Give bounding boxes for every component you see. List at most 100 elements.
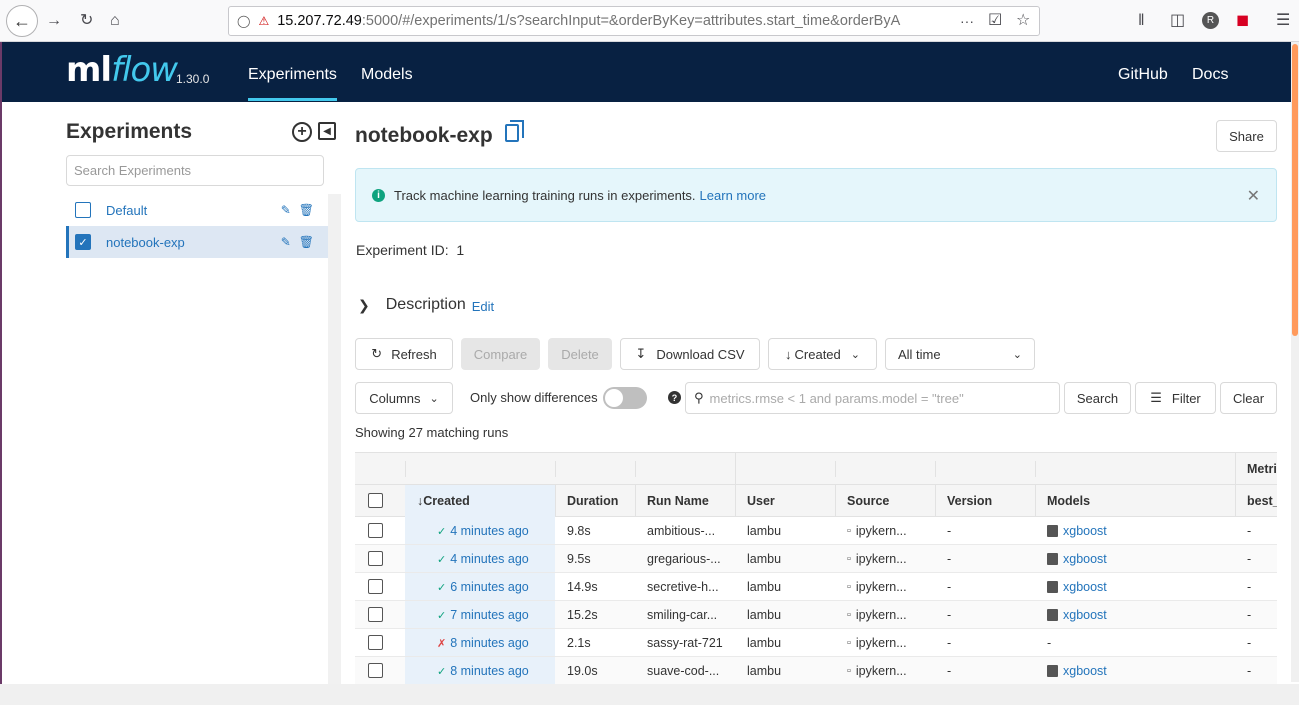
created-link[interactable]: 8 minutes ago bbox=[450, 636, 529, 650]
select-all-checkbox[interactable] bbox=[368, 493, 383, 508]
cell-source[interactable]: ▫ ipykern... bbox=[847, 573, 907, 601]
edit-pencil-icon[interactable]: ✎ bbox=[281, 203, 291, 217]
cell-source[interactable]: ▫ ipykern... bbox=[847, 629, 907, 657]
nav-experiments[interactable]: Experiments bbox=[248, 66, 337, 101]
model-link[interactable]: xgboost bbox=[1063, 552, 1107, 566]
library-icon[interactable]: ‖ bbox=[1138, 10, 1145, 32]
cell-created[interactable]: ✗ 8 minutes ago bbox=[437, 629, 529, 657]
chevron-right-icon[interactable]: ❯ bbox=[358, 297, 370, 314]
cell-run-name[interactable]: suave-cod-... bbox=[647, 657, 719, 684]
cell-version: - bbox=[947, 580, 952, 594]
experiment-name[interactable]: notebook-exp bbox=[106, 235, 185, 250]
cell-created[interactable]: ✓ 6 minutes ago bbox=[437, 573, 529, 601]
experiment-item-notebook-exp[interactable]: ✓ notebook-exp ✎ 🗑 bbox=[66, 226, 328, 258]
collapse-sidebar-icon[interactable]: ◀ bbox=[318, 122, 336, 140]
column-header-version[interactable]: Version bbox=[947, 487, 992, 515]
model-link[interactable]: xgboost bbox=[1063, 664, 1107, 678]
cell-source[interactable]: ▫ ipykern... bbox=[847, 517, 907, 545]
created-link[interactable]: 6 minutes ago bbox=[450, 580, 529, 594]
experiment-checkbox[interactable] bbox=[75, 202, 91, 218]
created-link[interactable]: 7 minutes ago bbox=[450, 608, 529, 622]
trash-icon[interactable]: 🗑 bbox=[299, 235, 314, 249]
model-link[interactable]: xgboost bbox=[1063, 524, 1107, 538]
home-icon[interactable]: ⌂ bbox=[110, 10, 120, 32]
only-differences-toggle[interactable] bbox=[603, 387, 647, 409]
delete-button[interactable]: Delete bbox=[548, 338, 612, 370]
reload-icon[interactable]: ↻ bbox=[80, 10, 93, 32]
edit-pencil-icon[interactable]: ✎ bbox=[281, 235, 291, 249]
cell-created[interactable]: ✓ 7 minutes ago bbox=[437, 601, 529, 629]
sidebar-toggle-icon[interactable]: ◫ bbox=[1170, 10, 1185, 32]
column-header-metric[interactable]: best_ bbox=[1247, 487, 1277, 515]
row-checkbox[interactable] bbox=[368, 663, 383, 678]
created-link[interactable]: 4 minutes ago bbox=[450, 552, 529, 566]
trash-icon[interactable]: 🗑 bbox=[299, 203, 314, 217]
cell-run-name[interactable]: smiling-car... bbox=[647, 601, 717, 629]
menu-icon[interactable]: ☰ bbox=[1276, 10, 1290, 32]
learn-more-link[interactable]: Learn more bbox=[700, 188, 766, 203]
sidebar-scrollbar[interactable] bbox=[328, 194, 341, 684]
close-icon[interactable]: ✕ bbox=[1247, 186, 1260, 206]
column-header-duration[interactable]: Duration bbox=[567, 487, 618, 515]
download-csv-button[interactable]: ↧ Download CSV bbox=[620, 338, 760, 370]
cell-created[interactable]: ✓ 8 minutes ago bbox=[437, 657, 529, 684]
row-checkbox[interactable] bbox=[368, 551, 383, 566]
experiment-name[interactable]: Default bbox=[106, 203, 147, 218]
nav-models[interactable]: Models bbox=[361, 66, 413, 84]
cell-user: lambu bbox=[747, 524, 782, 538]
refresh-button[interactable]: ↻ Refresh bbox=[355, 338, 453, 370]
sort-select[interactable]: ↓ Created ⌄ bbox=[768, 338, 877, 370]
column-header-user[interactable]: User bbox=[747, 487, 775, 515]
row-checkbox[interactable] bbox=[368, 523, 383, 538]
row-checkbox[interactable] bbox=[368, 579, 383, 594]
created-link[interactable]: 8 minutes ago bbox=[450, 664, 529, 678]
column-header-run-name[interactable]: Run Name bbox=[647, 487, 709, 515]
url-bar[interactable]: ◯ ⚠ 15.207.72.49:5000/#/experiments/1/s?… bbox=[228, 6, 1040, 36]
columns-button[interactable]: Columns ⌄ bbox=[355, 382, 453, 414]
search-experiments-input[interactable]: Search Experiments bbox=[66, 155, 324, 186]
cell-run-name[interactable]: gregarious-... bbox=[647, 545, 721, 573]
cell-run-name[interactable]: ambitious-... bbox=[647, 517, 715, 545]
nav-github[interactable]: GitHub bbox=[1118, 66, 1168, 84]
back-arrow-icon[interactable]: ← bbox=[6, 5, 38, 37]
column-header-created[interactable]: ↓ Created bbox=[417, 487, 470, 515]
cell-metric: - bbox=[1247, 636, 1252, 650]
row-checkbox[interactable] bbox=[368, 635, 383, 650]
experiment-item-default[interactable]: Default ✎ 🗑 bbox=[66, 194, 328, 226]
add-experiment-icon[interactable]: + bbox=[292, 122, 312, 142]
experiment-checkbox[interactable]: ✓ bbox=[75, 234, 91, 250]
search-button[interactable]: Search bbox=[1064, 382, 1131, 414]
clear-button[interactable]: Clear bbox=[1220, 382, 1277, 414]
created-link[interactable]: 4 minutes ago bbox=[450, 524, 529, 538]
description-section[interactable]: ❯ Description Edit bbox=[358, 296, 494, 314]
cell-created[interactable]: ✓ 4 minutes ago bbox=[437, 517, 529, 545]
column-header-models[interactable]: Models bbox=[1047, 487, 1090, 515]
compare-button[interactable]: Compare bbox=[461, 338, 540, 370]
forward-arrow-icon[interactable]: → bbox=[46, 10, 62, 32]
cell-run-name[interactable]: secretive-h... bbox=[647, 573, 719, 601]
cell-source[interactable]: ▫ ipykern... bbox=[847, 601, 907, 629]
ublock-icon[interactable]: ◼ bbox=[1236, 10, 1249, 32]
nav-docs[interactable]: Docs bbox=[1192, 66, 1228, 84]
description-edit-link[interactable]: Edit bbox=[472, 299, 494, 314]
page-actions-icon[interactable]: ··· bbox=[960, 10, 974, 32]
runs-search-input[interactable]: ⚲ metrics.rmse < 1 and params.model = "t… bbox=[685, 382, 1060, 414]
cell-created[interactable]: ✓ 4 minutes ago bbox=[437, 545, 529, 573]
model-link[interactable]: xgboost bbox=[1063, 580, 1107, 594]
copy-icon[interactable] bbox=[505, 120, 524, 142]
row-checkbox[interactable] bbox=[368, 607, 383, 622]
time-range-select[interactable]: All time ⌄ bbox=[885, 338, 1035, 370]
help-icon[interactable]: ? bbox=[668, 391, 681, 404]
cell-run-name[interactable]: sassy-rat-721 bbox=[647, 629, 723, 657]
page-scrollbar-thumb[interactable] bbox=[1292, 44, 1298, 336]
cell-source[interactable]: ▫ ipykern... bbox=[847, 657, 907, 684]
filter-button[interactable]: ☰ Filter bbox=[1135, 382, 1216, 414]
profile-avatar[interactable]: R bbox=[1202, 12, 1219, 29]
bookmark-star-icon[interactable]: ☆ bbox=[1016, 10, 1030, 32]
mlflow-logo[interactable]: mlflow bbox=[66, 50, 178, 90]
pocket-icon[interactable]: ☑ bbox=[988, 10, 1002, 32]
share-button[interactable]: Share bbox=[1216, 120, 1277, 152]
column-header-source[interactable]: Source bbox=[847, 487, 889, 515]
model-link[interactable]: xgboost bbox=[1063, 608, 1107, 622]
cell-source[interactable]: ▫ ipykern... bbox=[847, 545, 907, 573]
